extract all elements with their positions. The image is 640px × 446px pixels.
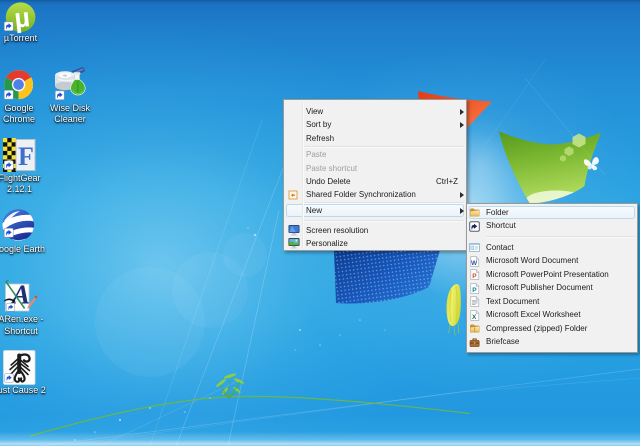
svg-text:W: W bbox=[471, 260, 478, 267]
svg-text:µ: µ bbox=[13, 2, 32, 33]
svg-text:P: P bbox=[472, 287, 477, 294]
svg-text:P: P bbox=[472, 273, 477, 280]
svg-text:F: F bbox=[18, 142, 34, 171]
svg-text:X: X bbox=[472, 314, 477, 321]
